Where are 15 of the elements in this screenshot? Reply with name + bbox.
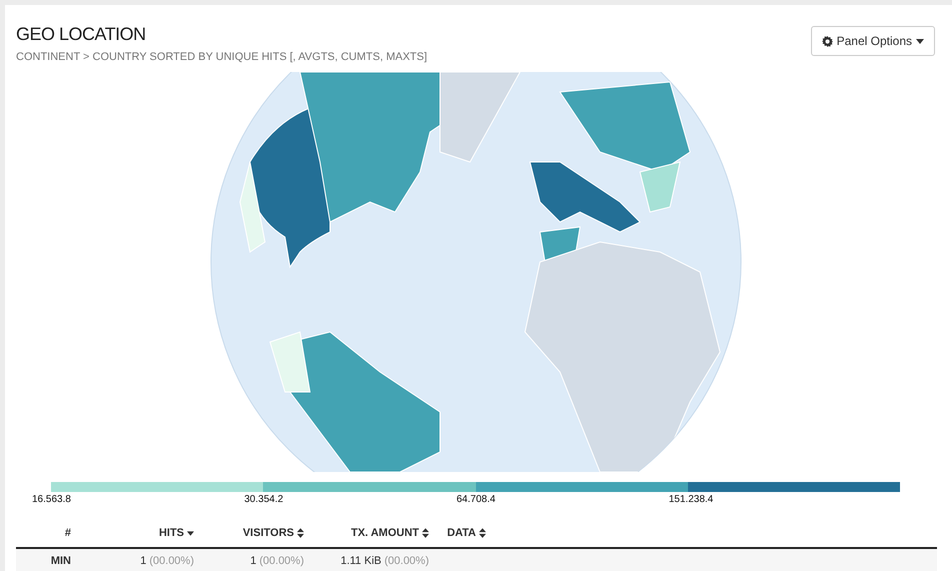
column-header[interactable]: DATA [447,527,486,539]
panel-options-button[interactable]: Panel Options [810,26,935,56]
legend-label: 151.238.4 [668,494,714,505]
table-cell: 1.11 KiB (00.00%) [340,555,429,567]
caret-icon [916,38,924,44]
column-header[interactable]: TX. AMOUNT [350,527,429,539]
gear-icon [822,36,833,46]
table-cell: 1 (00.00%) [140,555,194,567]
panel-title: GEO LOCATION [16,24,147,45]
panel-subtitle: CONTINENT > COUNTRY SORTED BY UNIQUE HITS [, AVGTS, CUMTS, MAXTS] [16,51,428,63]
column-header[interactable]: # [64,527,71,539]
table-cell: 1 (00.00%) [250,555,304,567]
column-header[interactable]: VISITORS [242,527,304,539]
table-cell: MIN [50,555,71,567]
column-header[interactable]: HITS [158,527,194,539]
